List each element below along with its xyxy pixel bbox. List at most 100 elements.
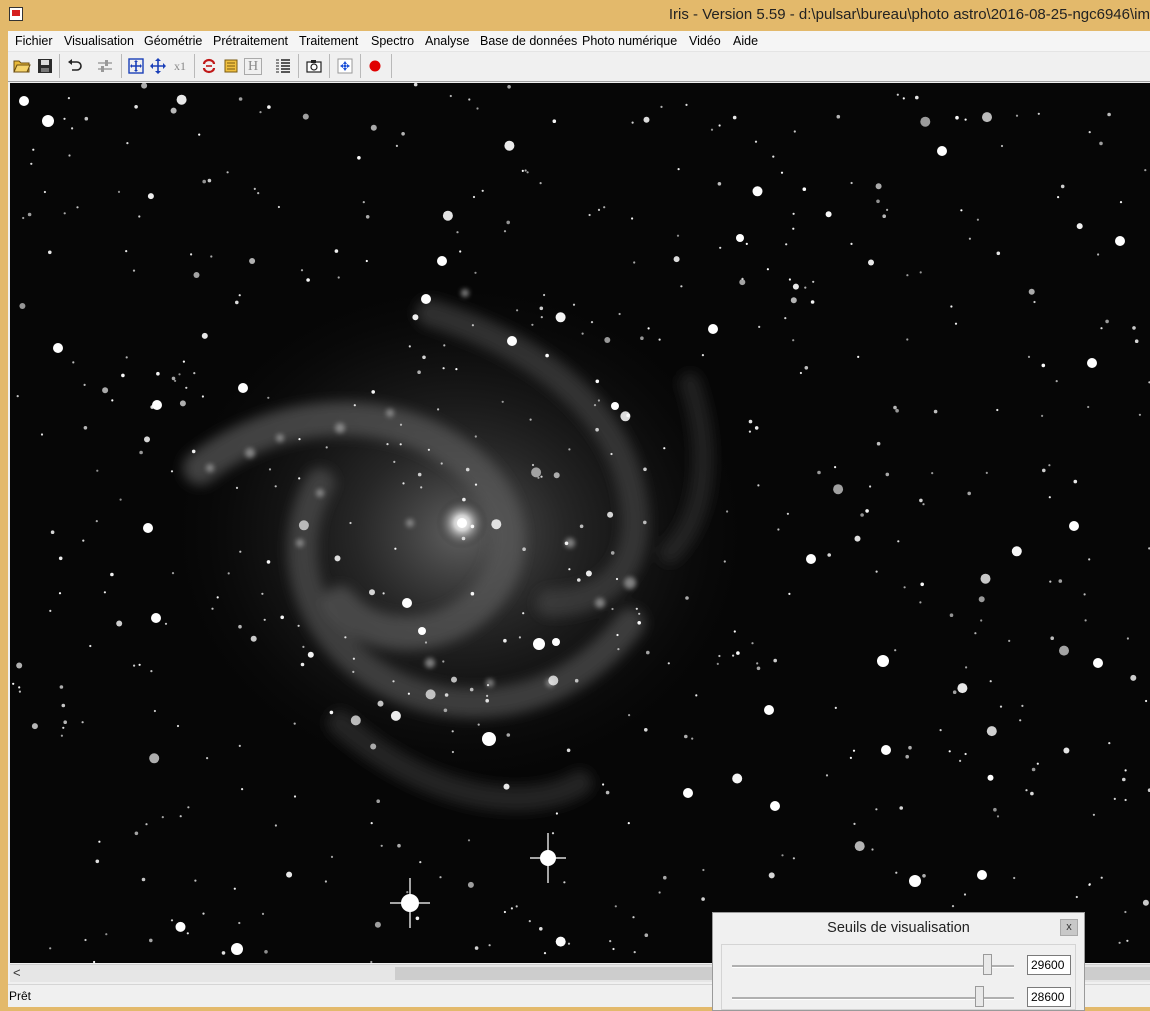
low-threshold-field[interactable] — [1027, 987, 1071, 1007]
star — [667, 662, 670, 665]
star — [663, 447, 666, 450]
dialog-close-button[interactable]: x — [1060, 919, 1078, 936]
star — [134, 105, 138, 109]
menu-photo-numerique[interactable]: Photo numérique — [582, 34, 677, 48]
dialog-title-bar[interactable]: Seuils de visualisation x — [713, 913, 1084, 943]
menu-aide[interactable]: Aide — [733, 34, 758, 48]
menu-video[interactable]: Vidéo — [689, 34, 721, 48]
star — [647, 327, 650, 330]
bright-star — [231, 943, 243, 955]
star — [417, 370, 421, 375]
star — [1037, 112, 1040, 115]
star — [615, 577, 619, 581]
star — [676, 234, 680, 237]
star — [1118, 941, 1121, 944]
menu-visualisation[interactable]: Visualisation — [64, 34, 134, 48]
star — [58, 592, 62, 595]
star — [529, 418, 532, 421]
save-icon[interactable] — [34, 55, 56, 77]
high-threshold-track[interactable] — [732, 965, 1014, 968]
star — [18, 686, 21, 689]
star — [16, 395, 19, 398]
undo-icon[interactable] — [64, 55, 86, 77]
menu-traitement[interactable]: Traitement — [299, 34, 358, 48]
star — [1134, 339, 1139, 344]
menu-spectro[interactable]: Spectro — [371, 34, 414, 48]
title-bar[interactable]: Iris - Version 5.59 - d:\pulsar\bureau\p… — [0, 0, 1150, 31]
header-icon[interactable]: H — [242, 55, 264, 77]
menu-base-de-donnees[interactable]: Base de données — [480, 34, 577, 48]
zoom-x1-icon[interactable]: x1 — [169, 55, 191, 77]
star — [82, 539, 85, 542]
menu-analyse[interactable]: Analyse — [425, 34, 469, 48]
blue-cross-icon[interactable] — [334, 55, 356, 77]
star — [1033, 300, 1036, 304]
bright-star — [683, 788, 693, 798]
header-label: H — [243, 57, 263, 75]
scroll-left-arrow-icon[interactable]: < — [13, 965, 21, 980]
star — [827, 553, 831, 557]
star — [369, 589, 375, 596]
menu-fichier[interactable]: Fichier — [15, 34, 53, 48]
star — [95, 859, 100, 864]
star — [307, 651, 314, 658]
star — [139, 450, 143, 455]
star — [996, 251, 1001, 256]
star — [788, 278, 792, 281]
star — [43, 190, 47, 194]
star — [67, 97, 70, 100]
high-threshold-field[interactable] — [1027, 955, 1071, 975]
star — [810, 300, 815, 304]
red-swirl-icon[interactable] — [198, 55, 220, 77]
star — [854, 841, 865, 852]
star — [1057, 196, 1060, 199]
star — [442, 367, 445, 370]
star — [187, 806, 190, 809]
zoom-out-icon[interactable] — [147, 55, 169, 77]
menu-pretraitement[interactable]: Prétraitement — [213, 34, 288, 48]
star — [1015, 114, 1019, 117]
star — [132, 269, 136, 272]
star — [543, 293, 546, 297]
star — [614, 905, 617, 908]
low-threshold-track[interactable] — [732, 997, 1014, 1000]
star — [1087, 405, 1090, 409]
star — [757, 484, 760, 487]
app-icon[interactable] — [9, 7, 23, 21]
star — [802, 187, 807, 191]
toolbar: x1 H — [8, 52, 1150, 82]
star — [1050, 636, 1054, 640]
zoom-in-icon[interactable] — [125, 55, 147, 77]
star — [286, 871, 293, 878]
palette-icon[interactable] — [220, 55, 242, 77]
star — [555, 812, 559, 815]
command-list-icon[interactable] — [272, 55, 294, 77]
star — [825, 774, 829, 777]
open-folder-icon[interactable] — [11, 55, 33, 77]
star — [677, 168, 680, 171]
star — [424, 641, 428, 644]
star — [792, 283, 799, 290]
low-threshold-slider[interactable] — [974, 986, 984, 1007]
star — [370, 960, 373, 963]
star — [1063, 747, 1070, 754]
menu-geometrie[interactable]: Géométrie — [144, 34, 202, 48]
thresholds-icon[interactable] — [94, 55, 116, 77]
star — [522, 547, 526, 551]
star — [170, 470, 174, 473]
star — [504, 140, 515, 151]
star — [103, 591, 106, 594]
star — [804, 366, 809, 370]
camera-icon[interactable] — [303, 55, 325, 77]
star — [382, 592, 385, 595]
record-icon[interactable] — [364, 55, 386, 77]
star — [1058, 579, 1063, 583]
star — [588, 213, 591, 217]
star — [1048, 496, 1051, 499]
star — [138, 215, 141, 218]
star — [793, 130, 796, 133]
star — [643, 467, 647, 472]
image-viewport[interactable] — [10, 83, 1150, 963]
high-threshold-slider[interactable] — [983, 954, 993, 975]
star — [263, 618, 266, 621]
